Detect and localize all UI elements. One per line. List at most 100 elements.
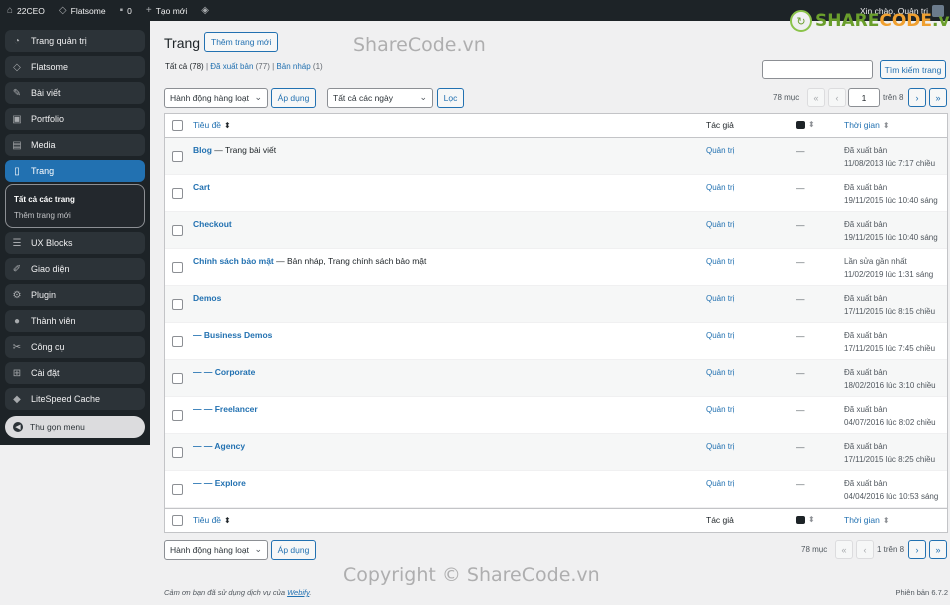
author-link[interactable]: Quản trị xyxy=(706,146,734,155)
page-title-link[interactable]: Blog xyxy=(193,145,212,155)
prev-page-button[interactable]: ‹ xyxy=(828,88,846,107)
table-row: Demos Quản trị — Đã xuất bản 17/11/2015 l… xyxy=(165,286,947,323)
sidebar-item-pages[interactable]: ▯ Trang xyxy=(5,160,145,182)
page-title-link[interactable]: Checkout xyxy=(193,219,232,229)
sidebar-item-media[interactable]: ▤ Media xyxy=(5,134,145,156)
submenu-all-pages[interactable]: Tất cả các trang xyxy=(14,191,136,207)
footer-webify-link[interactable]: Webify xyxy=(287,588,309,597)
main-content: Trang Thêm trang mới Tất cả (78) | Đã xu… xyxy=(150,21,950,605)
page-title-link[interactable]: — — Agency xyxy=(193,441,245,451)
flatsome-menu-link[interactable]: ◈ xyxy=(194,0,216,21)
current-page-input[interactable]: 1 xyxy=(848,88,880,107)
column-date-header[interactable]: Thời gian ⬍ xyxy=(844,119,890,132)
theme-link[interactable]: ◇ Flatsome xyxy=(52,0,113,21)
table-row: Checkout Quản trị — Đã xuất bản 19/11/201… xyxy=(165,212,947,249)
bulk-action-select-bottom[interactable]: Hành động hàng loạt ⌄ xyxy=(164,540,268,560)
collapse-menu-button[interactable]: ◀ Thu gọn menu xyxy=(5,416,145,438)
page-title-link[interactable]: — Business Demos xyxy=(193,330,272,340)
last-page-button[interactable]: » xyxy=(929,88,947,107)
filter-button[interactable]: Lọc xyxy=(437,88,464,108)
page-title-link[interactable]: Demos xyxy=(193,293,221,303)
dashboard-icon: ◔ xyxy=(13,35,21,47)
chevron-down-icon: ⌄ xyxy=(419,92,427,102)
site-name-link[interactable]: ⌂ 22CEO xyxy=(0,0,52,21)
column-comments-header[interactable]: ⬍ xyxy=(796,119,815,129)
row-checkbox[interactable] xyxy=(172,484,183,495)
row-checkbox[interactable] xyxy=(172,299,183,310)
sidebar-item-flatsome[interactable]: ◇ Flatsome xyxy=(5,56,145,78)
row-checkbox[interactable] xyxy=(172,373,183,384)
first-page-button[interactable]: « xyxy=(807,88,825,107)
sidebar-item-appearance[interactable]: ✐ Giao diện xyxy=(5,258,145,280)
row-checkbox[interactable] xyxy=(172,188,183,199)
sidebar-item-posts[interactable]: ✎ Bài viết xyxy=(5,82,145,104)
sidebar-item-label: Media xyxy=(31,140,56,150)
column-date-footer[interactable]: Thời gian ⬍ xyxy=(844,514,890,527)
next-page-button-bottom[interactable]: › xyxy=(908,540,926,559)
author-link[interactable]: Quản trị xyxy=(706,405,734,414)
date-filter-select[interactable]: Tất cả các ngày ⌄ xyxy=(327,88,433,108)
new-content-link[interactable]: + Tạo mới xyxy=(139,0,194,21)
sidebar-item-label: Giao diện xyxy=(31,264,70,274)
filter-draft-link[interactable]: Bản nháp (1) xyxy=(276,62,322,71)
page-title-link[interactable]: — — Corporate xyxy=(193,367,255,377)
sidebar-item-litespeed[interactable]: ◆ LiteSpeed Cache xyxy=(5,388,145,410)
column-title-header[interactable]: Tiêu đề ⬍ xyxy=(193,120,231,130)
pages-submenu: Tất cả các trang Thêm trang mới xyxy=(5,184,145,228)
row-checkbox[interactable] xyxy=(172,225,183,236)
select-all-checkbox-bottom[interactable] xyxy=(172,515,183,526)
search-input[interactable] xyxy=(762,60,873,79)
add-new-page-button[interactable]: Thêm trang mới xyxy=(204,32,279,52)
sidebar-item-ux-blocks[interactable]: ☰ UX Blocks xyxy=(5,232,145,254)
sidebar-item-users[interactable]: ● Thành viên xyxy=(5,310,145,332)
row-checkbox[interactable] xyxy=(172,410,183,421)
row-checkbox[interactable] xyxy=(172,336,183,347)
column-comments-footer[interactable]: ⬍ xyxy=(796,514,815,524)
publish-status: Đã xuất bản xyxy=(844,146,888,155)
tablenav-top: Hành động hàng loạt ⌄ Áp dụng Tất cả các… xyxy=(164,88,948,108)
apply-button[interactable]: Áp dụng xyxy=(271,88,316,108)
first-page-button-bottom[interactable]: « xyxy=(835,540,853,559)
last-page-button-bottom[interactable]: » xyxy=(929,540,947,559)
page-title: Trang xyxy=(164,35,201,51)
author-link[interactable]: Quản trị xyxy=(706,479,734,488)
sidebar-item-settings[interactable]: ⊞ Cài đặt xyxy=(5,362,145,384)
author-link[interactable]: Quản trị xyxy=(706,331,734,340)
filter-published-link[interactable]: Đã xuất bản (77) xyxy=(210,62,270,71)
title-header-label: Tiêu đề xyxy=(193,120,222,130)
page-title-link[interactable]: — — Freelancer xyxy=(193,404,258,414)
comments-value: — xyxy=(796,442,805,452)
author-link[interactable]: Quản trị xyxy=(706,257,734,266)
publish-datetime: 18/02/2016 lúc 3:10 chiều xyxy=(844,381,936,390)
author-link[interactable]: Quản trị xyxy=(706,294,734,303)
author-link[interactable]: Quản trị xyxy=(706,220,734,229)
column-title-footer[interactable]: Tiêu đề ⬍ xyxy=(193,515,231,525)
author-link[interactable]: Quản trị xyxy=(706,442,734,451)
author-link[interactable]: Quản trị xyxy=(706,183,734,192)
bulk-action-select[interactable]: Hành động hàng loạt ⌄ xyxy=(164,88,268,108)
row-checkbox[interactable] xyxy=(172,262,183,273)
row-title: Demos xyxy=(193,293,221,303)
sidebar-item-label: Công cụ xyxy=(31,342,65,352)
page-title-link[interactable]: Cart xyxy=(193,182,210,192)
select-all-checkbox[interactable] xyxy=(172,120,183,131)
logo-part-c: .vn xyxy=(932,11,950,31)
sidebar-item-portfolio[interactable]: ▣ Portfolio xyxy=(5,108,145,130)
bulk-action-value: Hành động hàng loạt xyxy=(170,545,249,555)
apply-button-bottom[interactable]: Áp dụng xyxy=(271,540,316,560)
sidebar-item-dashboard[interactable]: ◔ Trang quản trị xyxy=(5,30,145,52)
search-pages-button[interactable]: Tìm kiếm trang xyxy=(880,60,946,79)
row-checkbox[interactable] xyxy=(172,447,183,458)
submenu-add-new-page[interactable]: Thêm trang mới xyxy=(14,207,136,223)
sidebar-item-plugins[interactable]: ⚙ Plugin xyxy=(5,284,145,306)
row-checkbox[interactable] xyxy=(172,151,183,162)
next-page-button[interactable]: › xyxy=(908,88,926,107)
prev-page-button-bottom[interactable]: ‹ xyxy=(856,540,874,559)
sidebar-item-label: Trang xyxy=(31,166,55,176)
author-link[interactable]: Quản trị xyxy=(706,368,734,377)
sidebar-item-tools[interactable]: ✂ Công cụ xyxy=(5,336,145,358)
page-title-link[interactable]: — — Explore xyxy=(193,478,246,488)
filter-all-link[interactable]: Tất cả (78) xyxy=(165,62,204,71)
comments-link[interactable]: ▪ 0 xyxy=(113,0,139,21)
page-title-link[interactable]: Chính sách bảo mật xyxy=(193,256,274,266)
